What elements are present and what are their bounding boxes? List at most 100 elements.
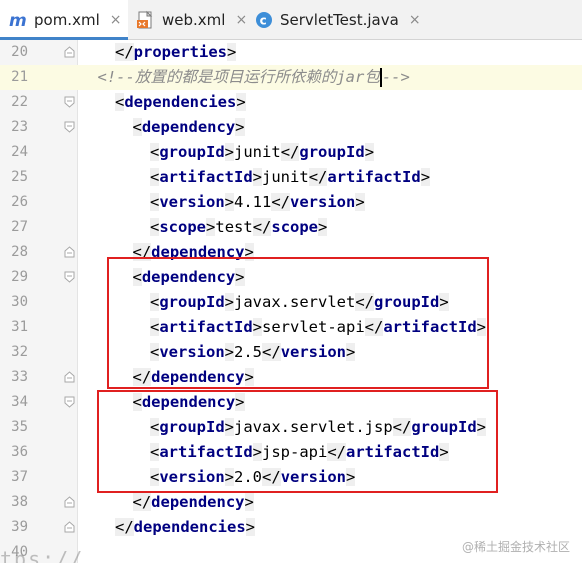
tag-bracket: >: [224, 193, 235, 211]
code-line: 22 <dependencies>: [0, 90, 582, 115]
element-value: test: [215, 218, 253, 236]
tag-name: dependency: [141, 118, 236, 136]
code-line: 39 </dependencies>: [0, 515, 582, 540]
line-number: 28: [11, 244, 28, 260]
tag-bracket: >: [206, 218, 216, 236]
line-number: 27: [11, 219, 28, 235]
svg-text:m: m: [9, 11, 27, 30]
line-number: 38: [11, 494, 28, 510]
tag-bracket: <: [150, 193, 160, 211]
code-text: </properties>: [115, 40, 237, 65]
tab-label: ServletTest.java: [280, 10, 399, 29]
code-text: <scope>test</scope>: [150, 215, 328, 240]
fold-close-icon[interactable]: [64, 46, 75, 58]
close-icon[interactable]: ×: [409, 13, 421, 27]
tab-label: pom.xml: [34, 10, 100, 29]
highlight-box-servlet-api: [107, 257, 489, 389]
tab-web-xml[interactable]: web.xml ×: [128, 0, 247, 39]
line-number: 35: [11, 419, 28, 435]
tag-bracket: <: [150, 143, 160, 161]
tag-bracket: <: [132, 118, 142, 136]
fold-open-icon[interactable]: [64, 396, 75, 408]
tag-name: groupId: [299, 143, 365, 161]
tag-bracket: >: [364, 143, 375, 161]
line-number: 33: [11, 369, 28, 385]
fold-open-icon[interactable]: [64, 96, 75, 108]
tag-bracket: </: [252, 218, 272, 236]
code-line: 38 </dependency>: [0, 490, 582, 515]
fold-close-icon[interactable]: [64, 521, 75, 533]
tag-bracket: </: [115, 43, 134, 61]
tag-name: dependency: [151, 493, 245, 511]
line-number: 36: [11, 444, 28, 460]
code-line: 20 </properties>: [0, 40, 582, 65]
element-value: junit: [234, 143, 281, 161]
element-value: 4.11: [234, 193, 272, 211]
tag-name: groupId: [159, 143, 225, 161]
fold-close-icon[interactable]: [64, 246, 75, 258]
line-number: 23: [11, 119, 28, 135]
java-class-icon: c: [254, 10, 274, 30]
line-number: 37: [11, 469, 28, 485]
element-value: junit: [262, 168, 309, 186]
comment-text: <!--放置的都是项目运行所依赖的jar包: [97, 68, 380, 86]
ide-window: m pom.xml × web.xml × c ServletTest.java…: [0, 0, 582, 563]
fold-close-icon[interactable]: [64, 371, 75, 383]
code-line: 25 <artifactId>junit</artifactId>: [0, 165, 582, 190]
fold-open-icon[interactable]: [64, 271, 75, 283]
code-line: 21 <!--放置的都是项目运行所依赖的jar包 -->: [0, 65, 582, 90]
tag-bracket: >: [236, 93, 246, 111]
code-text: <groupId>junit</groupId>: [150, 140, 375, 165]
comment-text-end: -->: [381, 68, 410, 86]
code-text: </dependencies>: [115, 515, 255, 540]
tag-name: artifactId: [327, 168, 421, 186]
line-number: 39: [11, 519, 28, 535]
line-number: 30: [11, 294, 28, 310]
tag-name: artifactId: [159, 168, 253, 186]
tag-name: dependencies: [124, 93, 237, 111]
code-text: <artifactId>junit</artifactId>: [150, 165, 431, 190]
tag-name: version: [290, 193, 356, 211]
tag-bracket: >: [252, 168, 263, 186]
tag-bracket: >: [420, 168, 431, 186]
fold-close-icon[interactable]: [64, 496, 75, 508]
line-number: 21: [11, 69, 28, 85]
tag-bracket: >: [244, 493, 254, 511]
tag-name: scope: [271, 218, 319, 236]
close-icon[interactable]: ×: [110, 13, 122, 27]
highlight-box-jsp-api: [97, 390, 498, 493]
tag-bracket: </: [271, 193, 291, 211]
tag-name: properties: [133, 43, 227, 61]
line-number: 31: [11, 319, 28, 335]
tag-name: dependencies: [133, 518, 246, 536]
editor-tab-bar: m pom.xml × web.xml × c ServletTest.java…: [0, 0, 582, 40]
code-text: <dependency>: [132, 115, 245, 140]
watermark: @稀土掘金技术社区: [461, 540, 570, 554]
maven-icon: m: [8, 10, 28, 30]
tag-bracket: >: [227, 43, 237, 61]
line-number: 20: [11, 44, 28, 60]
code-text: <version>4.11</version>: [150, 190, 365, 215]
tag-bracket: >: [245, 518, 255, 536]
tag-bracket: >: [318, 218, 328, 236]
line-number: 34: [11, 394, 28, 410]
line-number: 25: [11, 169, 28, 185]
code-text: <!--放置的都是项目运行所依赖的jar包 -->: [98, 65, 410, 90]
code-line: 24 <groupId>junit</groupId>: [0, 140, 582, 165]
tag-bracket: </: [115, 518, 134, 536]
fold-open-icon[interactable]: [64, 121, 75, 133]
code-editor[interactable]: 20 </properties> 21 <!--放置的都是项目运行所依赖的jar包 --…: [0, 40, 582, 563]
code-line: 27 <scope>test</scope>: [0, 215, 582, 240]
tag-name: scope: [159, 218, 207, 236]
line-number: 29: [11, 269, 28, 285]
tag-bracket: >: [224, 143, 235, 161]
line-number: 24: [11, 144, 28, 160]
tag-bracket: </: [132, 493, 152, 511]
tag-bracket: </: [308, 168, 328, 186]
tag-bracket: <: [115, 93, 125, 111]
tab-servlettest-java[interactable]: c ServletTest.java ×: [246, 0, 426, 39]
tab-pom-xml[interactable]: m pom.xml ×: [0, 0, 128, 40]
overlay-url-text: tps://: [0, 547, 85, 563]
xml-file-icon: [136, 10, 156, 30]
tag-bracket: >: [235, 118, 245, 136]
